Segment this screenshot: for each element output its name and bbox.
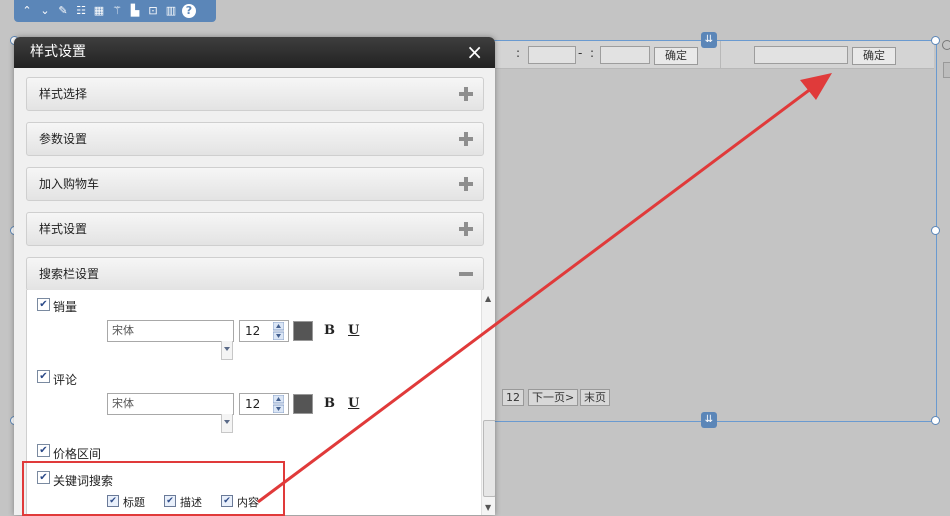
annotation-arrow-icon bbox=[257, 73, 832, 504]
